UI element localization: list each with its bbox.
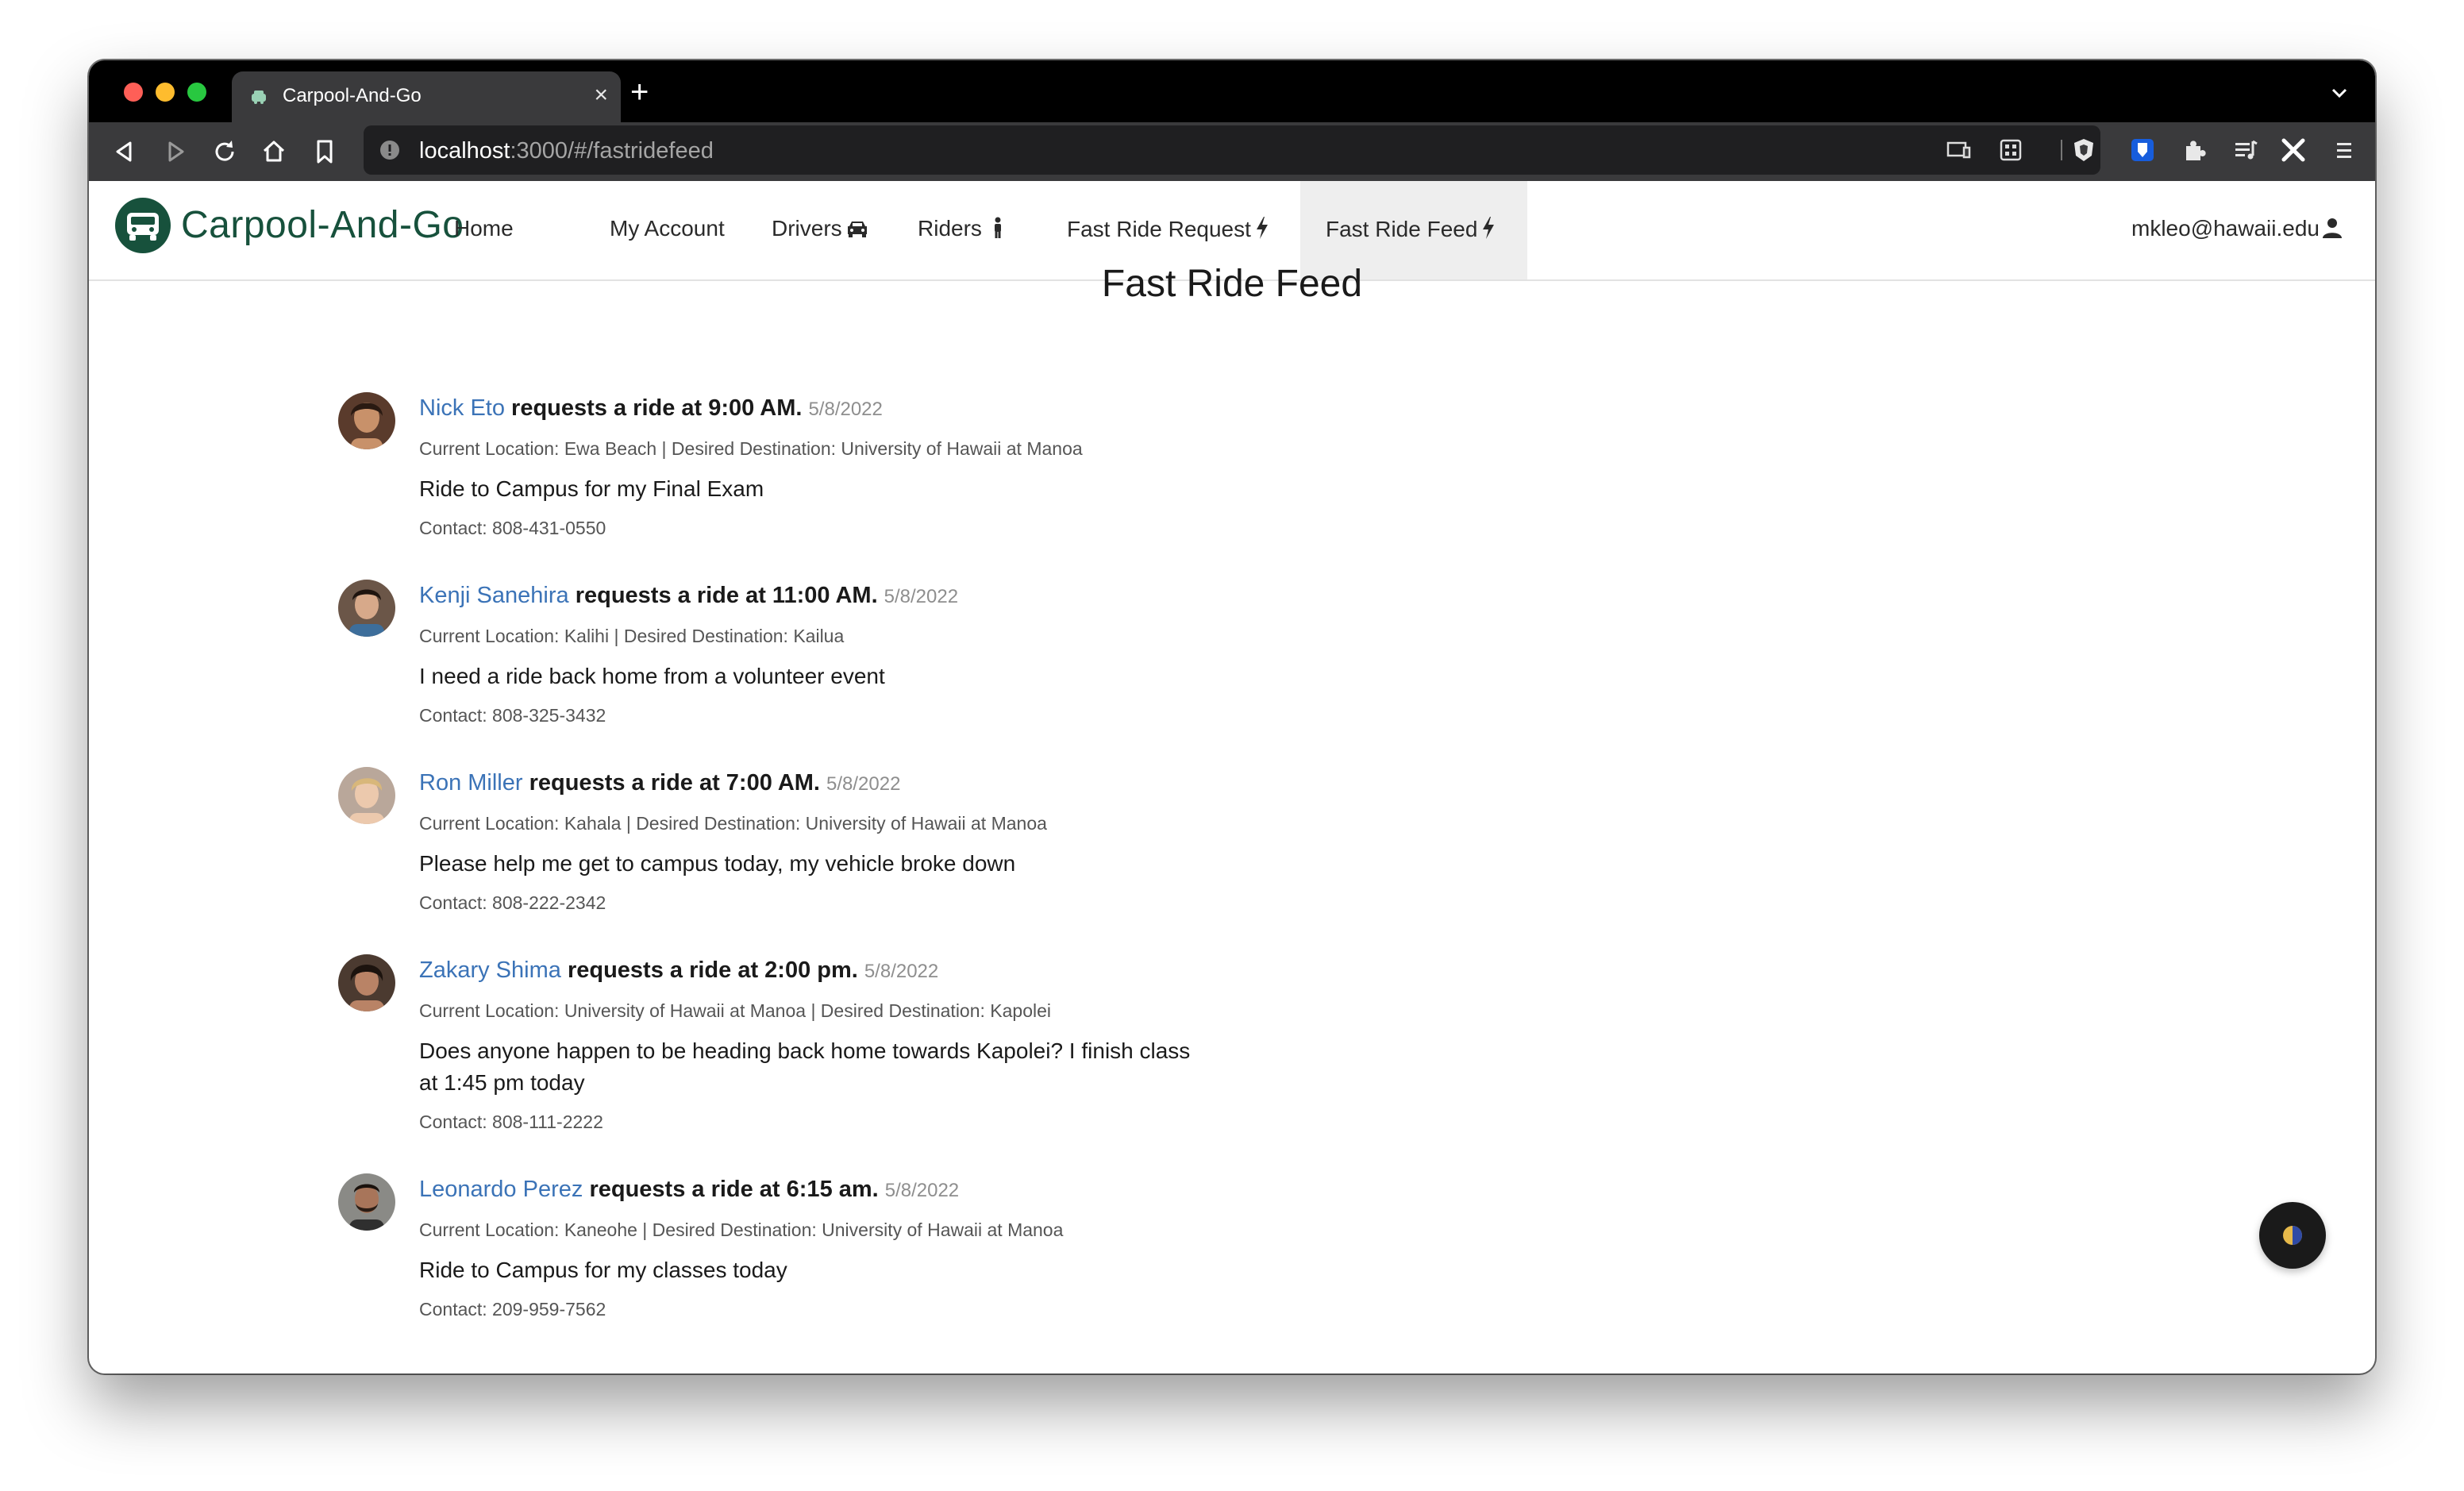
address-bar[interactable]: localhost:3000/#/fastridefeed: [364, 125, 2100, 175]
minimize-window-button[interactable]: [156, 83, 175, 102]
cast-icon[interactable]: [1945, 137, 1972, 164]
bookmark-icon[interactable]: [310, 137, 340, 167]
user-icon: [2323, 218, 2342, 238]
request-description: I need a ride back home from a volunteer…: [419, 664, 885, 688]
nav-link-my-account[interactable]: My Account: [610, 216, 725, 241]
request-description: Please help me get to campus today, my v…: [419, 851, 1016, 876]
location-info: Current Location: Kalihi | Desired Desti…: [419, 626, 845, 646]
request-description: Does anyone happen to be heading back ho…: [419, 1038, 1191, 1095]
request-text: requests a ride at 7:00 AM.: [529, 770, 820, 796]
info-icon[interactable]: [379, 140, 400, 160]
carpool-logo-icon[interactable]: [114, 197, 171, 254]
contact-info: Contact: 808-111-2222: [419, 1112, 603, 1132]
lightning-bolt-icon: [1483, 217, 1495, 239]
feed-summary: Ron Miller requests a ride at 7:00 AM. 5/…: [419, 767, 1197, 800]
nav-link-riders[interactable]: Riders: [918, 216, 1004, 241]
url-text: localhost:3000/#/fastridefeed: [419, 138, 714, 164]
nav-fast-ride-feed-label: Fast Ride Feed: [1326, 217, 1478, 241]
user-email: mkleo@hawaii.edu: [2131, 216, 2320, 241]
password-manager-icon[interactable]: [2129, 137, 2156, 164]
request-text: requests a ride at 2:00 pm.: [567, 957, 858, 983]
tab-grid-icon[interactable]: [1997, 137, 2024, 164]
tools-extension-icon[interactable]: [2280, 137, 2307, 164]
nav-link-home[interactable]: Home: [454, 216, 514, 241]
location-info: Current Location: Ewa Beach | Desired De…: [419, 438, 1083, 459]
request-date: 5/8/2022: [826, 773, 901, 795]
request-date: 5/8/2022: [808, 399, 883, 420]
reload-icon[interactable]: [210, 137, 240, 167]
brand-name[interactable]: Carpool-And-Go: [181, 203, 464, 247]
rider-name-link[interactable]: Leonardo Perez: [419, 1177, 583, 1202]
feed-item-body: Nick Eto requests a ride at 9:00 AM. 5/8/…: [419, 392, 1197, 540]
request-text: requests a ride at 11:00 AM.: [575, 583, 878, 608]
rider-name-link[interactable]: Ron Miller: [419, 770, 523, 796]
home-icon[interactable]: [259, 137, 289, 167]
request-date: 5/8/2022: [884, 1180, 960, 1201]
avatar[interactable]: [338, 1173, 395, 1231]
browser-menu-icon[interactable]: [2331, 137, 2358, 164]
new-tab-icon[interactable]: +: [630, 76, 649, 108]
car-icon: [847, 222, 867, 237]
avatar[interactable]: [338, 954, 395, 1011]
back-icon[interactable]: [110, 137, 140, 167]
tab-strip: Carpool-And-Go × +: [89, 60, 2375, 122]
contact-info: Contact: 808-431-0550: [419, 518, 606, 538]
url-host: localhost: [419, 138, 510, 164]
contact-info: Contact: 808-325-3432: [419, 705, 606, 726]
person-standing-icon: [994, 217, 1001, 238]
avatar[interactable]: [338, 767, 395, 824]
nav-link-fast-ride-feed[interactable]: Fast Ride Feed: [1326, 216, 1496, 242]
tab-title: Carpool-And-Go: [283, 85, 422, 106]
nav-drivers-label: Drivers: [772, 216, 842, 241]
browser-window: Carpool-And-Go × + localhost:3000/#/fast…: [89, 60, 2375, 1373]
nav-link-drivers[interactable]: Drivers: [772, 216, 869, 241]
location-info: Current Location: University of Hawaii a…: [419, 1000, 1052, 1021]
feed-summary: Kenji Sanehira requests a ride at 11:00 …: [419, 580, 1197, 613]
user-menu[interactable]: mkleo@hawaii.edu: [2131, 216, 2343, 241]
lightning-bolt-icon: [1256, 217, 1268, 239]
request-description: Ride to Campus for my classes today: [419, 1258, 787, 1282]
contact-info: Contact: 209-959-7562: [419, 1299, 606, 1320]
request-text: requests a ride at 6:15 am.: [589, 1177, 879, 1202]
brave-shield-icon[interactable]: [2070, 137, 2097, 164]
nav-my-account-label: My Account: [610, 216, 725, 241]
avatar[interactable]: [338, 580, 395, 637]
maximize-window-button[interactable]: [187, 83, 206, 102]
nav-riders-label: Riders: [918, 216, 982, 241]
page-title: Fast Ride Feed: [1101, 263, 1363, 305]
feed-item-body: Leonardo Perez requests a ride at 6:15 a…: [419, 1173, 1197, 1321]
request-date: 5/8/2022: [864, 961, 939, 982]
nav-home-label: Home: [454, 216, 514, 241]
playlist-icon[interactable]: [2232, 137, 2259, 164]
feed-summary: Zakary Shima requests a ride at 2:00 pm.…: [419, 954, 1197, 988]
close-window-button[interactable]: [124, 83, 143, 102]
feed-summary: Leonardo Perez requests a ride at 6:15 a…: [419, 1173, 1197, 1207]
browser-tab-active[interactable]: Carpool-And-Go ×: [232, 71, 621, 122]
close-tab-icon[interactable]: ×: [594, 81, 608, 110]
theme-toggle-button[interactable]: [2259, 1202, 2326, 1269]
rider-name-link[interactable]: Zakary Shima: [419, 957, 561, 983]
feed-summary: Nick Eto requests a ride at 9:00 AM. 5/8/…: [419, 392, 1197, 426]
location-info: Current Location: Kaneohe | Desired Dest…: [419, 1219, 1064, 1240]
chevron-down-icon[interactable]: [2327, 81, 2351, 105]
rider-name-link[interactable]: Kenji Sanehira: [419, 583, 569, 608]
forward-icon[interactable]: [160, 137, 191, 167]
url-path: :3000/#/fastridefeed: [510, 138, 714, 164]
request-text: requests a ride at 9:00 AM.: [511, 395, 803, 421]
location-info: Current Location: Kahala | Desired Desti…: [419, 813, 1047, 834]
car-favicon-icon: [252, 91, 266, 104]
request-description: Ride to Campus for my Final Exam: [419, 476, 764, 501]
contact-info: Contact: 808-222-2342: [419, 892, 606, 913]
feed-item-body: Zakary Shima requests a ride at 2:00 pm.…: [419, 954, 1197, 1134]
rider-name-link[interactable]: Nick Eto: [419, 395, 505, 421]
puzzle-icon[interactable]: [2181, 137, 2208, 164]
request-date: 5/8/2022: [884, 586, 959, 607]
half-moon-icon: [2283, 1226, 2302, 1245]
feed-item-body: Ron Miller requests a ride at 7:00 AM. 5/…: [419, 767, 1197, 915]
nav-fast-ride-request-label: Fast Ride Request: [1067, 217, 1251, 241]
avatar[interactable]: [338, 392, 395, 449]
feed-item-body: Kenji Sanehira requests a ride at 11:00 …: [419, 580, 1197, 727]
nav-link-fast-ride-request[interactable]: Fast Ride Request: [1067, 216, 1270, 242]
